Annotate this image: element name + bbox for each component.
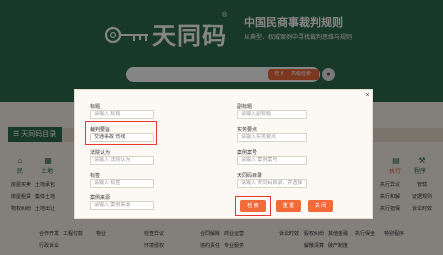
highlight-box — [85, 121, 157, 145]
title-label: 标题 — [90, 104, 101, 110]
facts-label: 实务要点 — [237, 127, 258, 133]
reset-button[interactable]: 重 置 — [276, 200, 301, 212]
tag-input[interactable]: 请输入 标签 — [90, 179, 154, 188]
directory-label: 天同码目录 — [237, 173, 263, 179]
law-label: 法院认为 — [90, 150, 111, 156]
highlight-box — [235, 196, 271, 216]
subtitle-label: 副标题 — [237, 104, 253, 110]
case-no-label: 案例案号 — [237, 150, 258, 156]
case-no-input[interactable]: 请输入 案例案号 — [237, 156, 307, 165]
close-button[interactable]: 关 闭 — [308, 200, 333, 212]
title-input[interactable]: 请输入 标题 — [90, 110, 154, 119]
close-icon[interactable]: × — [364, 92, 371, 99]
tag-label: 标签 — [90, 173, 101, 179]
source-input[interactable]: 请输入 案例来源 — [90, 201, 154, 210]
facts-input[interactable]: 请输入实务要点 — [237, 133, 307, 142]
source-label: 案例来源 — [90, 195, 111, 201]
law-input[interactable]: 请输入 法院认为 — [90, 156, 154, 165]
directory-input[interactable]: 请输入 天同码目录，并选择 — [237, 179, 307, 188]
subtitle-input[interactable]: 请输入副标题 — [237, 110, 307, 119]
